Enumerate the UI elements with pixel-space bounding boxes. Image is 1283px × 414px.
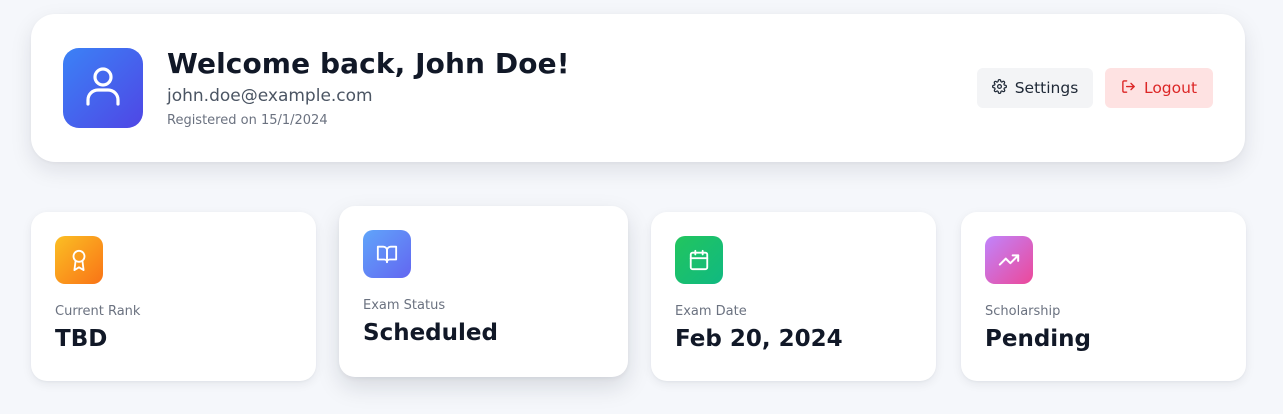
profile-header-card: Welcome back, John Doe! john.doe@example… <box>31 14 1245 162</box>
user-email: john.doe@example.com <box>167 86 373 106</box>
book-open-icon <box>363 230 411 278</box>
stat-value: Scheduled <box>363 320 498 346</box>
stat-card-exam-date: Exam Date Feb 20, 2024 <box>651 212 936 381</box>
stat-card-exam-status: Exam Status Scheduled <box>339 206 628 377</box>
stat-label: Exam Status <box>363 298 446 313</box>
registration-date: Registered on 15/1/2024 <box>167 113 328 128</box>
stat-card-rank: Current Rank TBD <box>31 212 316 381</box>
stat-label: Scholarship <box>985 304 1061 319</box>
stat-value: TBD <box>55 326 108 352</box>
logout-button[interactable]: Logout <box>1105 68 1213 108</box>
welcome-heading: Welcome back, John Doe! <box>167 47 570 80</box>
stat-card-scholarship: Scholarship Pending <box>961 212 1246 381</box>
settings-button[interactable]: Settings <box>977 68 1093 108</box>
stat-label: Current Rank <box>55 304 141 319</box>
award-icon <box>55 236 103 284</box>
trending-up-icon <box>985 236 1033 284</box>
user-icon <box>85 66 121 110</box>
logout-button-label: Logout <box>1143 79 1198 97</box>
calendar-icon <box>675 236 723 284</box>
logout-icon <box>1121 79 1136 98</box>
avatar <box>63 48 143 128</box>
stat-value: Pending <box>985 326 1092 352</box>
gear-icon <box>991 78 1007 98</box>
settings-button-label: Settings <box>1014 79 1079 97</box>
stat-value: Feb 20, 2024 <box>675 326 843 352</box>
stat-label: Exam Date <box>675 304 747 319</box>
